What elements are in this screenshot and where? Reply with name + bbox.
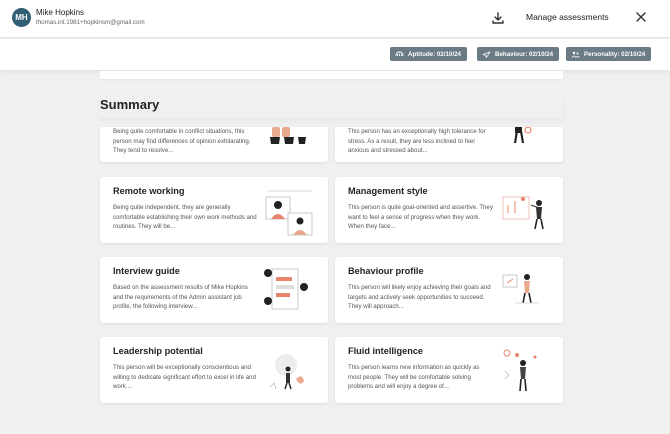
behaviour-badge: Behaviour: 02/10/24 — [477, 47, 560, 61]
management-illustration — [502, 196, 544, 230]
conflict-illustration — [270, 127, 306, 144]
top-bar: MH Mike Hopkins thomas.int.1981+hopkinsm… — [0, 0, 670, 38]
stress-illustration — [513, 127, 532, 144]
user-email: thomas.int.1981+hopkinsm@gmail.com — [36, 19, 145, 26]
user-name: Mike Hopkins — [36, 8, 85, 17]
badge-label: Personality: 02/10/24 — [584, 50, 646, 58]
remote-working-illustration — [265, 190, 313, 236]
card-title: Behaviour profile — [348, 266, 424, 276]
badge-label: Behaviour: 02/10/24 — [495, 50, 554, 58]
summary-card-leadership-potential[interactable]: Leadership potential This person will be… — [100, 337, 328, 403]
card-description: Being quite independent, they are genera… — [113, 204, 257, 230]
card-title: Leadership potential — [113, 346, 203, 356]
close-icon[interactable] — [635, 11, 647, 23]
manage-assessments-button[interactable]: Manage assessments — [526, 12, 609, 22]
card-description: This person will likely enjoy achieving … — [348, 284, 491, 310]
summary-card-behaviour-profile[interactable]: Behaviour profile This person will likel… — [335, 257, 563, 323]
summary-card-remote-working[interactable]: Remote working Being quite independent, … — [100, 177, 328, 243]
behaviour-illustration — [502, 274, 539, 304]
send-icon — [482, 51, 491, 58]
summary-card-fluid-intelligence[interactable]: Fluid intelligence This person learns ne… — [335, 337, 563, 403]
card-title: Remote working — [113, 186, 185, 196]
card-description: This person is quite goal-oriented and a… — [348, 204, 493, 230]
card-description: This person learns new information as qu… — [348, 364, 480, 390]
card-description: Being quite comfortable in conflict situ… — [113, 128, 251, 154]
badge-label: Aptitude: 02/10/24 — [408, 50, 461, 58]
download-icon[interactable] — [491, 11, 505, 25]
card-description: Based on the assessment results of Mike … — [113, 284, 248, 310]
summary-card-interview-guide[interactable]: Interview guide Based on the assessment … — [100, 257, 328, 323]
summary-section: Being quite comfortable in conflict situ… — [100, 71, 563, 434]
personality-badge: Personality: 02/10/24 — [566, 47, 652, 61]
people-icon — [571, 51, 580, 58]
summary-header: Summary — [100, 93, 563, 118]
card-title: Fluid intelligence — [348, 346, 424, 356]
card-title: Management style — [348, 186, 428, 196]
page-title: Summary — [100, 97, 160, 112]
summary-card-partial[interactable]: Being quite comfortable in conflict situ… — [100, 127, 328, 162]
avatar[interactable]: MH — [12, 8, 31, 27]
scrolled-card-edge — [100, 71, 563, 79]
fluid-intelligence-illustration — [503, 349, 537, 392]
summary-card-management-style[interactable]: Management style This person is quite go… — [335, 177, 563, 243]
aptitude-badge: Aptitude: 02/10/24 — [390, 47, 467, 61]
brain-icon — [395, 51, 404, 56]
card-title: Interview guide — [113, 266, 180, 276]
card-description: This person has an exceptionally high to… — [348, 128, 486, 154]
card-description: This person will be exceptionally consci… — [113, 364, 256, 390]
leadership-illustration — [269, 354, 304, 390]
summary-card-partial[interactable]: This person has an exceptionally high to… — [335, 127, 563, 162]
interview-illustration — [264, 268, 308, 310]
